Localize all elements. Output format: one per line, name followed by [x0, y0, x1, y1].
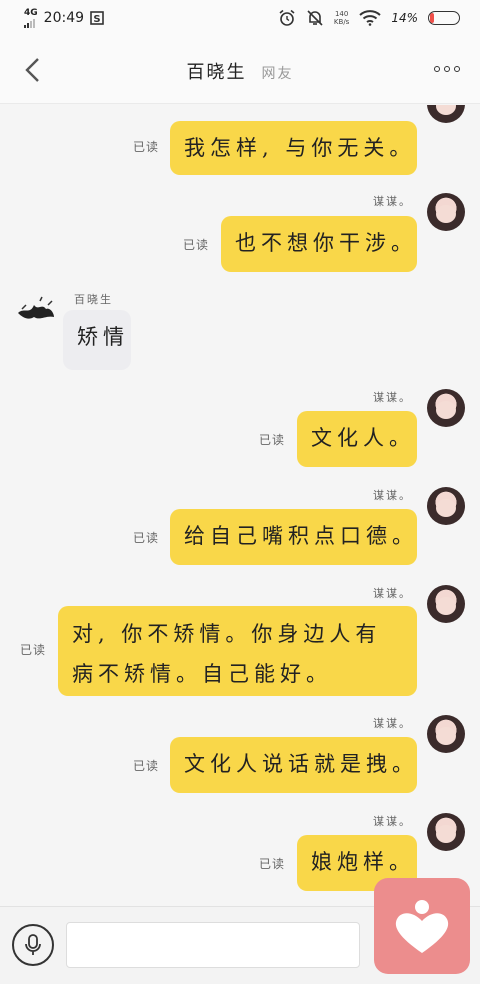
battery-icon	[428, 11, 460, 25]
avatar[interactable]	[427, 585, 465, 623]
title-area: 百晓生 网友	[0, 58, 480, 84]
voice-button[interactable]	[12, 924, 54, 966]
message-input[interactable]	[66, 922, 360, 968]
sender-name: 谋谋。	[373, 489, 412, 502]
avatar[interactable]	[427, 105, 465, 123]
page-title: 百晓生	[186, 62, 247, 83]
heart-gift-icon	[395, 900, 449, 953]
sender-name: 百晓生	[74, 293, 113, 306]
read-status: 已读	[183, 238, 210, 252]
message-bubble[interactable]: 文化人。	[297, 411, 417, 467]
network-indicator: 4G	[24, 7, 38, 28]
message-list[interactable]: 已读 我怎样, 与你无关。 谋谋。 已读 也不想你干涉。 百晓生 矫情 谋谋。 …	[0, 105, 480, 906]
battery-percent: 14%	[391, 11, 418, 25]
message-item: 谋谋。 已读 对, 你不矫情。你身边人有病不矫情。自己能好。	[0, 579, 480, 703]
avatar[interactable]	[427, 487, 465, 525]
message-bubble[interactable]: 也不想你干涉。	[221, 216, 417, 272]
gift-button[interactable]	[374, 878, 470, 974]
status-left: 4G 20:49 S	[24, 7, 104, 28]
message-item: 已读 我怎样, 与你无关。	[0, 105, 480, 185]
read-status: 已读	[259, 433, 286, 447]
avatar[interactable]	[427, 715, 465, 753]
speed-unit: KB/s	[333, 18, 350, 26]
chat-header: 百晓生 网友	[0, 36, 480, 104]
read-status: 已读	[259, 857, 286, 871]
sender-name: 谋谋。	[373, 815, 412, 828]
avatar[interactable]	[16, 295, 56, 323]
more-icon	[434, 66, 440, 72]
svg-text:S: S	[93, 14, 100, 25]
microphone-icon	[25, 934, 41, 955]
network-speed: 140 KB/s	[334, 10, 349, 26]
clock: 20:49	[43, 10, 85, 26]
message-bubble[interactable]: 给自己嘴积点口德。	[170, 509, 417, 565]
read-status: 已读	[133, 531, 160, 545]
read-status: 已读	[20, 643, 47, 657]
mute-bell-icon	[307, 10, 323, 26]
battery-fill	[430, 13, 435, 23]
signal-icon	[24, 18, 35, 28]
avatar[interactable]	[427, 193, 465, 231]
message-item: 谋谋。 已读 也不想你干涉。	[0, 187, 480, 277]
page-subtitle: 网友	[261, 66, 294, 82]
avatar[interactable]	[427, 813, 465, 851]
message-item: 谋谋。 已读 文化人说话就是拽。	[0, 709, 480, 799]
sender-name: 谋谋。	[373, 587, 412, 600]
avatar[interactable]	[427, 389, 465, 427]
read-status: 已读	[133, 140, 160, 154]
speed-value: 140	[334, 10, 349, 18]
message-bubble[interactable]: 我怎样, 与你无关。	[170, 121, 417, 175]
message-bubble[interactable]: 矫情	[63, 310, 131, 370]
message-item: 谋谋。 已读 文化人。	[0, 383, 480, 473]
sender-name: 谋谋。	[373, 195, 412, 208]
message-bubble[interactable]: 文化人说话就是拽。	[170, 737, 417, 793]
message-item: 谋谋。 已读 给自己嘴积点口德。	[0, 481, 480, 571]
more-button[interactable]	[434, 66, 460, 72]
read-status: 已读	[133, 759, 160, 773]
sender-name: 谋谋。	[373, 391, 412, 404]
message-item: 百晓生 矫情	[0, 285, 480, 375]
sender-name: 谋谋。	[373, 717, 412, 730]
alarm-icon	[279, 9, 295, 26]
network-type: 4G	[24, 7, 38, 18]
status-bar: 4G 20:49 S 140 KB/s 14%	[0, 0, 480, 36]
screenshot-icon: S	[90, 11, 104, 25]
status-right: 140 KB/s 14%	[278, 9, 460, 27]
message-bubble[interactable]: 对, 你不矫情。你身边人有病不矫情。自己能好。	[58, 606, 417, 696]
wifi-icon	[359, 10, 381, 26]
